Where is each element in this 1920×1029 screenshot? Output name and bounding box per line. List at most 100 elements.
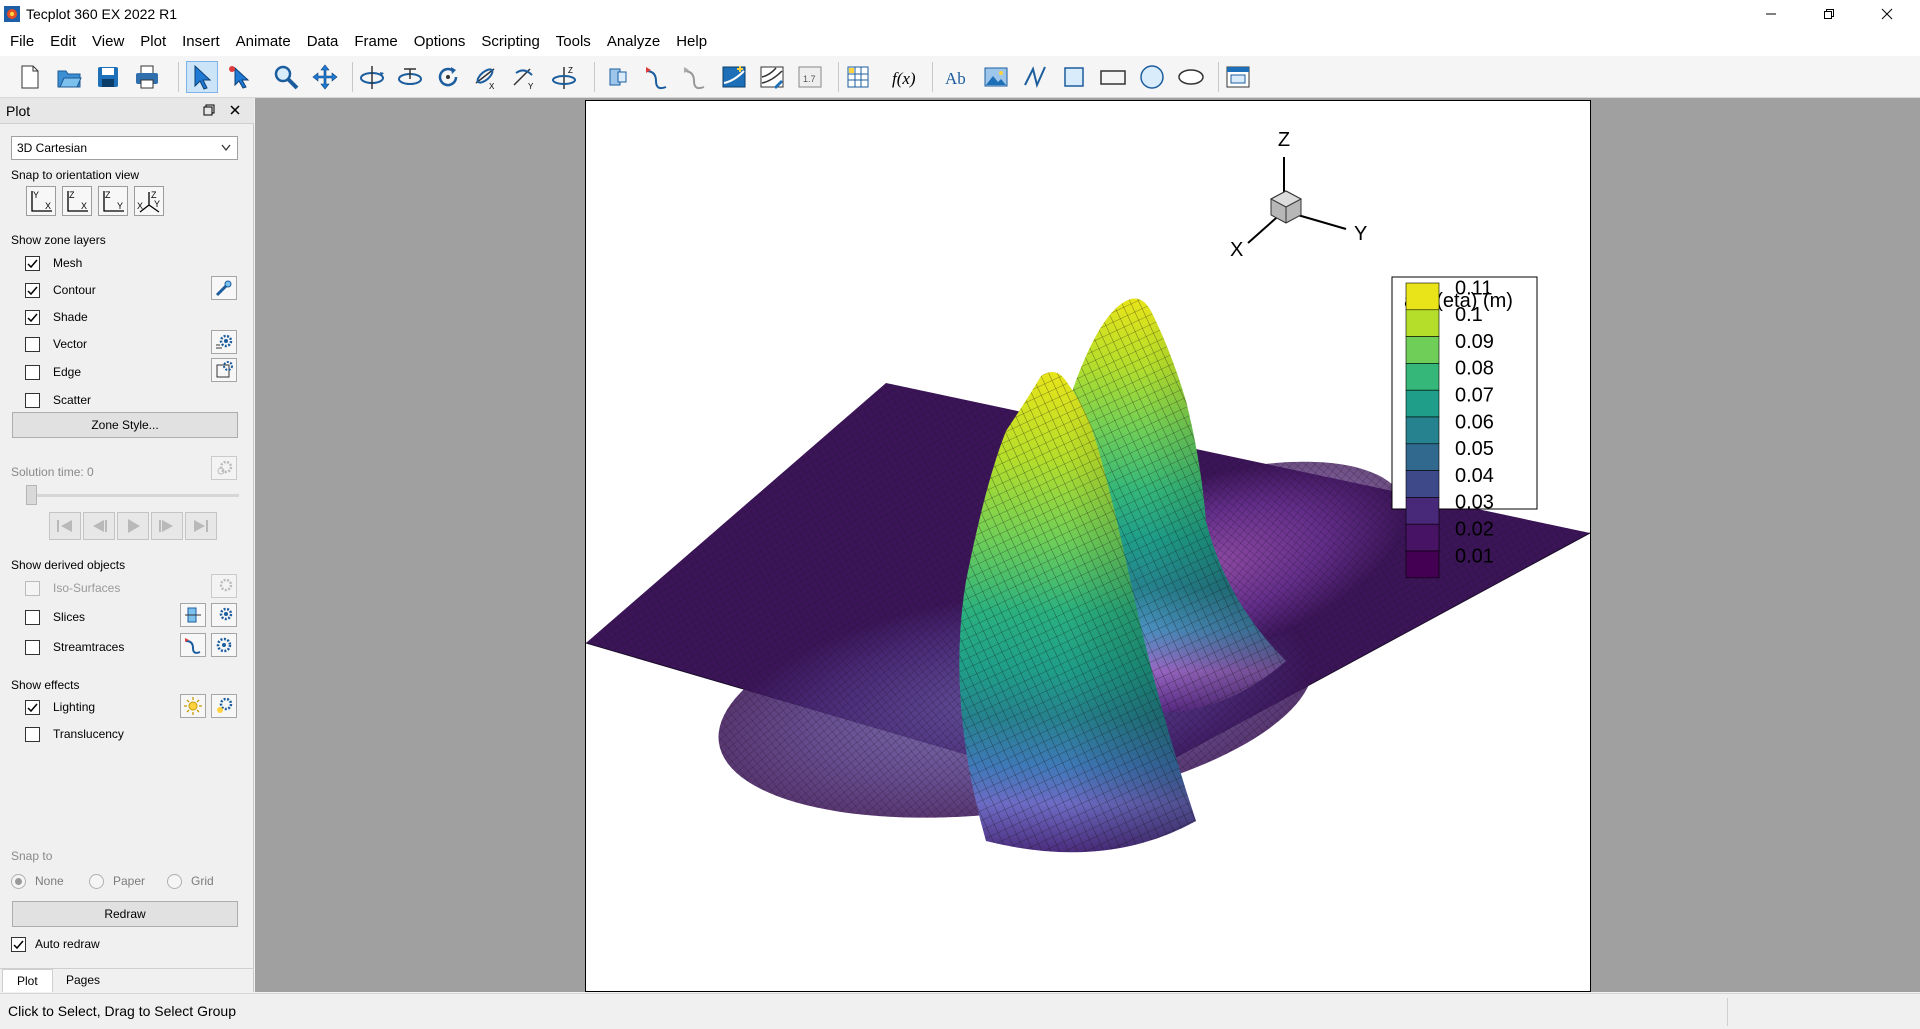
open-layout-button[interactable] [53,61,85,93]
streamtraces-add-button[interactable] [180,633,206,657]
derived-streamtraces-toggle[interactable]: Streamtraces [25,638,124,656]
iso-surfaces-checkbox[interactable] [25,580,40,596]
next-step-button[interactable] [151,512,183,540]
menu-insert[interactable]: Insert [174,28,228,56]
tab-plot[interactable]: Plot [2,969,53,992]
menu-frame[interactable]: Frame [346,28,405,56]
snap-paper-radio[interactable] [89,873,104,889]
orient-yz-button[interactable]: ZY [98,186,128,216]
streamtraces-checkbox[interactable] [25,639,40,655]
snap-none-option[interactable]: None [11,872,64,890]
print-button[interactable] [131,61,163,93]
streamtraces-details-button[interactable] [211,633,237,657]
last-step-button[interactable] [185,512,217,540]
edge-details-button[interactable] [211,358,237,382]
probe-tool-button[interactable] [602,61,634,93]
effect-translucency-toggle[interactable]: Translucency [25,725,124,743]
snap-paper-option[interactable]: Paper [89,872,145,890]
menu-edit[interactable]: Edit [42,28,84,56]
scatter-checkbox[interactable] [25,392,40,408]
translucency-checkbox[interactable] [25,726,40,742]
streamtrace-2-tool-button[interactable] [678,61,710,93]
plot-frame[interactable]: Z X Y abs(eta) (m) 0.11 0.1 0.09 0.08 0.07 0.… [585,100,1591,992]
zone-style-button[interactable]: Zone Style... [12,412,238,438]
contour-edit-button[interactable] [756,61,788,93]
solution-time-settings-button[interactable] [211,456,237,480]
plot-type-select[interactable]: 3D Cartesian [11,136,238,160]
menu-file[interactable]: File [2,28,42,56]
layer-contour-toggle[interactable]: Contour [25,281,96,299]
effect-lighting-toggle[interactable]: Lighting [25,698,95,716]
add-rectangle-button[interactable] [1097,61,1129,93]
add-ellipse-button[interactable] [1175,61,1207,93]
auto-redraw-checkbox[interactable] [11,936,26,952]
slices-checkbox[interactable] [25,609,40,625]
add-image-button[interactable] [980,61,1012,93]
adjustor-tool-button[interactable] [224,61,256,93]
vector-details-button[interactable] [211,330,237,354]
lighting-details-button[interactable] [211,694,237,718]
previous-step-button[interactable] [83,512,115,540]
rotate-x-button[interactable] [356,61,388,93]
auto-redraw-toggle[interactable]: Auto redraw [11,935,100,953]
slices-add-button[interactable] [180,603,206,627]
save-button[interactable] [92,61,124,93]
panel-close-button[interactable] [226,102,244,120]
slices-details-button[interactable] [211,603,237,627]
menu-tools[interactable]: Tools [548,28,599,56]
streamtrace-tool-button[interactable] [640,61,672,93]
contour-add-button[interactable] [718,61,750,93]
layer-vector-toggle[interactable]: Vector [25,335,87,353]
lighting-quick-button[interactable] [180,694,206,718]
restore-button[interactable] [1800,0,1858,28]
orient-xz-button[interactable]: ZX [62,186,92,216]
add-polyline-button[interactable] [1019,61,1051,93]
workspace-area[interactable]: Z X Y abs(eta) (m) 0.11 0.1 0.09 0.08 0.07 0.… [255,98,1920,992]
rotate-about-z-button[interactable]: Z [548,61,580,93]
menu-animate[interactable]: Animate [228,28,299,56]
play-button[interactable] [117,512,149,540]
menu-analyze[interactable]: Analyze [599,28,668,56]
layer-scatter-toggle[interactable]: Scatter [25,391,91,409]
zoom-tool-button[interactable] [270,61,302,93]
snap-none-radio[interactable] [11,873,26,889]
rotate-about-y-button[interactable]: Y [508,61,540,93]
tab-pages[interactable]: Pages [52,969,114,992]
redraw-button[interactable]: Redraw [12,901,238,927]
translate-tool-button[interactable] [309,61,341,93]
menu-data[interactable]: Data [299,28,347,56]
mesh-checkbox[interactable] [25,255,40,271]
surface-plot[interactable]: Z X Y abs(eta) (m) 0.110.10.090.080.070.… [586,101,1590,991]
layer-edge-toggle[interactable]: Edge [25,363,81,381]
equation-button[interactable]: f(x) [888,61,920,93]
orient-xyz-button[interactable]: ZXY [134,186,164,216]
add-square-button[interactable] [1058,61,1090,93]
menu-help[interactable]: Help [668,28,715,56]
add-text-button[interactable]: Ab [941,61,973,93]
snap-grid-option[interactable]: Grid [167,872,214,890]
solution-time-slider-thumb[interactable] [26,485,37,505]
add-circle-button[interactable] [1136,61,1168,93]
menu-scripting[interactable]: Scripting [473,28,547,56]
derived-iso-surfaces-toggle[interactable]: Iso-Surfaces [25,579,120,597]
derived-slices-toggle[interactable]: Slices [25,608,85,626]
menu-options[interactable]: Options [406,28,474,56]
rotate-twist-button[interactable] [432,61,464,93]
contour-details-button[interactable] [211,276,237,300]
solution-time-slider-track[interactable] [27,494,239,497]
menu-plot[interactable]: Plot [132,28,174,56]
layer-shade-toggle[interactable]: Shade [25,308,88,326]
edge-checkbox[interactable] [25,364,40,380]
lighting-checkbox[interactable] [25,699,40,715]
zone-map-button[interactable] [842,61,874,93]
new-layout-button[interactable] [14,61,46,93]
label-points-button[interactable]: 1.7 [794,61,826,93]
menu-view[interactable]: View [84,28,132,56]
layer-mesh-toggle[interactable]: Mesh [25,254,82,272]
snap-grid-radio[interactable] [167,873,182,889]
vector-checkbox[interactable] [25,336,40,352]
close-button[interactable] [1858,0,1916,28]
panel-float-button[interactable] [200,102,218,120]
first-step-button[interactable] [49,512,81,540]
rotate-rollerball-button[interactable] [394,61,426,93]
